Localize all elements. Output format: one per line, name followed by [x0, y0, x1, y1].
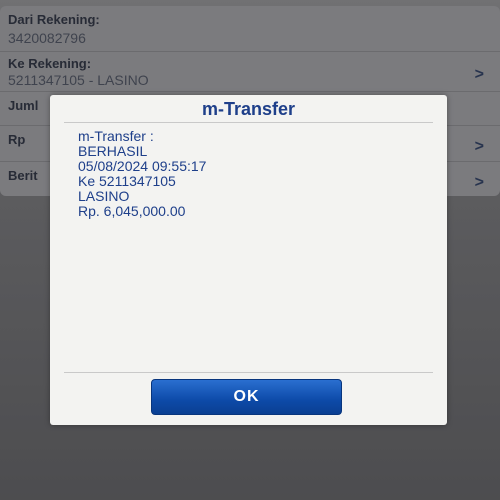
message-line-status: BERHASIL — [78, 143, 148, 159]
message-line-destination: Ke 5211347105 — [78, 173, 176, 189]
message-line-amount: Rp. 6,045,000.00 — [78, 203, 186, 219]
title-divider — [64, 122, 433, 123]
dialog-message: m-Transfer : BERHASIL 05/08/2024 09:55:1… — [78, 129, 206, 219]
transfer-result-dialog: m-Transfer m-Transfer : BERHASIL 05/08/2… — [50, 95, 447, 425]
dialog-title: m-Transfer — [201, 99, 296, 119]
message-line-service: m-Transfer : — [78, 128, 154, 144]
ok-button[interactable]: OK — [151, 379, 342, 415]
message-line-datetime: 05/08/2024 09:55:17 — [78, 158, 207, 174]
footer-divider — [64, 372, 433, 373]
message-line-recipient: LASINO — [78, 188, 130, 204]
